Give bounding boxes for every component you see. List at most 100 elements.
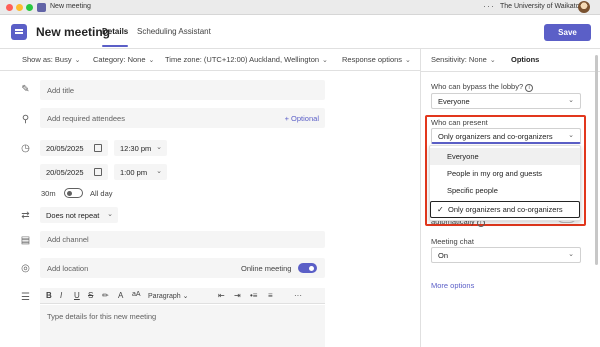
italic-button[interactable]: I [60, 291, 62, 300]
end-date: 20/05/2025 [46, 168, 84, 177]
start-time-picker[interactable]: 12:30 pm ⌄ [114, 140, 167, 156]
show-as-dropdown[interactable]: Show as: Busy ⌄ [22, 55, 80, 64]
chevron-down-icon: ⌄ [568, 97, 574, 104]
editor-toolbar: B I U S ✏ A aA Paragraph ⌄ ⇤ ⇥ •≡ ≡ ··· [40, 288, 325, 304]
time-zone-dropdown[interactable]: Time zone: (UTC+12:00) Auckland, Welling… [165, 55, 328, 64]
save-button[interactable]: Save [544, 24, 591, 41]
present-dropdown[interactable]: Only organizers and co-organizers ⌄ [431, 128, 581, 144]
strikethrough-button[interactable]: S [88, 291, 93, 300]
present-option-specific-people[interactable]: Specific people [430, 182, 580, 199]
more-icon[interactable]: ··· [483, 1, 495, 11]
sensitivity-dropdown[interactable]: Sensitivity: None ⌄ [431, 55, 496, 64]
more-formatting-button[interactable]: ··· [294, 291, 302, 300]
present-label: Who can present [431, 118, 488, 127]
chevron-down-icon: ⌄ [148, 57, 155, 64]
font-color-icon[interactable]: A [118, 291, 123, 300]
bypass-lobby-label: Who can bypass the lobby? [431, 82, 524, 91]
optional-attendees-link[interactable]: + Optional [285, 114, 319, 123]
org-name[interactable]: The University of Waikato [500, 3, 580, 10]
channel-placeholder: Add channel [47, 235, 89, 244]
window-titlebar: New meeting ··· The University of Waikat… [0, 0, 600, 15]
option-label: Everyone [447, 152, 479, 161]
clock-icon: ◷ [21, 143, 30, 154]
bypass-lobby-value: Everyone [438, 97, 470, 106]
end-date-picker[interactable]: 20/05/2025 [40, 164, 108, 180]
repeat-value: Does not repeat [46, 211, 100, 220]
end-time: 1:00 pm [120, 168, 148, 177]
chevron-down-icon: ⌄ [156, 168, 162, 175]
location-placeholder: Add location [47, 264, 89, 273]
underline-button[interactable]: U [74, 291, 80, 300]
bypass-lobby-label-row: Who can bypass the lobby? i [431, 82, 534, 92]
increase-indent-icon[interactable]: ⇥ [234, 291, 241, 300]
meeting-details-editor[interactable]: Type details for this new meeting [40, 305, 325, 347]
response-options-dropdown[interactable]: Response options ⌄ [342, 55, 411, 64]
chevron-down-icon: ⌄ [322, 57, 328, 64]
paragraph-label: Paragraph [148, 293, 181, 300]
chevron-down-icon: ⌄ [107, 211, 113, 218]
font-size-icon[interactable]: aA [132, 291, 141, 298]
location-icon: ◎ [21, 263, 30, 274]
chevron-down-icon: ⌄ [568, 251, 574, 258]
active-tab-indicator [102, 45, 128, 47]
meeting-chat-value: On [438, 251, 449, 260]
present-option-organizers[interactable]: ✓ Only organizers and co-organizers [430, 201, 580, 218]
online-meeting-label: Online meeting [241, 264, 292, 273]
title-field[interactable]: Add title [40, 80, 325, 100]
info-icon[interactable]: i [525, 84, 534, 92]
bypass-lobby-dropdown[interactable]: Everyone ⌄ [431, 93, 581, 109]
add-people-icon: ⚲ [21, 114, 30, 125]
present-value: Only organizers and co-organizers [438, 132, 553, 141]
numbered-list-icon[interactable]: ≡ [268, 291, 273, 300]
start-date-picker[interactable]: 20/05/2025 [40, 140, 108, 156]
highlight-icon[interactable]: ✏ [102, 291, 109, 300]
chevron-down-icon: ⌄ [568, 132, 574, 139]
present-options-list: Everyone People in my org and guests Spe… [429, 145, 581, 221]
time-zone-label: Time zone: (UTC+12:00) Auckland, Welling… [165, 55, 320, 64]
title-placeholder: Add title [47, 86, 75, 95]
all-day-toggle[interactable] [64, 188, 83, 198]
options-heading: Options [511, 55, 540, 64]
tab-scheduling-assistant[interactable]: Scheduling Assistant [137, 27, 211, 36]
chevron-down-icon: ⌄ [405, 57, 411, 64]
close-window-button[interactable] [6, 4, 13, 11]
decrease-indent-icon[interactable]: ⇤ [218, 291, 225, 300]
avatar[interactable] [578, 1, 590, 13]
show-as-label: Show as: Busy [22, 55, 72, 64]
options-scrollbar[interactable] [595, 55, 598, 265]
tab-details[interactable]: Details [102, 27, 128, 36]
present-option-org-and-guests[interactable]: People in my org and guests [430, 165, 580, 182]
bold-button[interactable]: B [46, 291, 52, 300]
option-label: Specific people [447, 186, 498, 195]
minimize-window-button[interactable] [16, 4, 23, 11]
meeting-chat-dropdown[interactable]: On ⌄ [431, 247, 581, 263]
details-icon: ☰ [21, 292, 30, 303]
option-label: People in my org and guests [447, 169, 543, 178]
attendees-placeholder: Add required attendees [47, 114, 125, 123]
category-dropdown[interactable]: Category: None ⌄ [93, 55, 154, 64]
start-time: 12:30 pm [120, 144, 152, 153]
paragraph-dropdown[interactable]: Paragraph ⌄ [148, 292, 189, 300]
bulleted-list-icon[interactable]: •≡ [250, 291, 257, 300]
options-divider [421, 71, 600, 72]
end-time-picker[interactable]: 1:00 pm ⌄ [114, 164, 167, 180]
duration-label: 30m [41, 189, 56, 198]
repeat-dropdown[interactable]: Does not repeat ⌄ [40, 207, 118, 223]
channel-field[interactable]: Add channel [40, 231, 325, 248]
page-title: New meeting [36, 25, 111, 39]
category-label: Category: None [93, 55, 146, 64]
calendar-icon [94, 168, 102, 176]
meeting-header: New meeting Details Scheduling Assistant… [0, 15, 600, 49]
online-meeting-toggle[interactable] [298, 263, 317, 273]
option-label: Only organizers and co-organizers [448, 205, 563, 214]
checkmark-icon: ✓ [437, 205, 444, 214]
attendees-field[interactable]: Add required attendees + Optional [40, 108, 325, 128]
present-option-everyone[interactable]: Everyone [430, 148, 580, 165]
chevron-down-icon: ⌄ [156, 144, 162, 151]
meeting-options-bar: Show as: Busy ⌄ Category: None ⌄ Time zone… [0, 49, 420, 71]
more-options-link[interactable]: More options [431, 281, 474, 290]
meeting-chat-label: Meeting chat [431, 237, 474, 246]
window-title: New meeting [50, 3, 91, 10]
maximize-window-button[interactable] [26, 4, 33, 11]
calendar-icon [94, 144, 102, 152]
